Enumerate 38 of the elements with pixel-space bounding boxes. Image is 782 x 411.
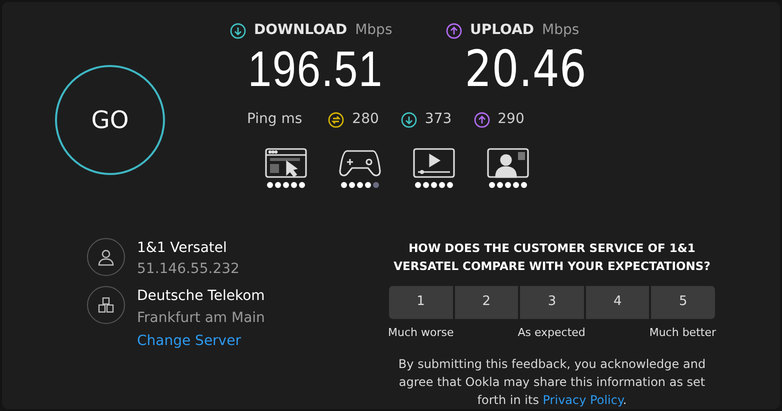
- disclaimer-text: By submitting this feedback, you acknowledge and agree that Ookla may share this information as set forth in its Privacy Policy.: [397, 356, 707, 409]
- provider-name: 1&1 Versatel: [137, 238, 228, 258]
- gamepad-icon: [339, 148, 381, 178]
- ping-value: 280: [352, 110, 379, 129]
- ip-address: 51.146.55.232: [137, 260, 240, 278]
- rating-option[interactable]: 3: [520, 286, 584, 318]
- ping-value: 290: [498, 110, 524, 129]
- browser-cursor-icon: [265, 148, 307, 178]
- video-call-icon: [487, 148, 529, 178]
- upload-icon: [474, 112, 490, 128]
- user-icon: [87, 238, 125, 276]
- change-server-link[interactable]: Change Server: [137, 330, 265, 352]
- server-name: Deutsche Telekom: [137, 286, 265, 306]
- upload-label: UPLOAD: [470, 21, 534, 40]
- rating-option[interactable]: 4: [586, 286, 650, 318]
- download-label: DOWNLOAD: [254, 21, 348, 40]
- go-button[interactable]: GO: [55, 65, 165, 175]
- video-play-icon: [413, 148, 455, 178]
- scale-label: Much worse: [388, 324, 454, 340]
- ping-label: Ping ms: [247, 110, 302, 129]
- upload-icon: [446, 22, 462, 38]
- survey-question: HOW DOES THE CUSTOMER SERVICE OF 1&1 VERSATEL COMPARE WITH YOUR EXPECTATIONS?: [392, 240, 712, 274]
- scale-label: As expected: [518, 324, 586, 340]
- scale-label: Much better: [649, 324, 716, 340]
- download-icon: [400, 112, 417, 128]
- server-icon: [87, 286, 125, 324]
- rating-option[interactable]: 2: [454, 286, 518, 318]
- download-speed: 196.51: [247, 41, 383, 97]
- privacy-policy-link[interactable]: Privacy Policy: [542, 393, 623, 407]
- rating-option[interactable]: 5: [651, 286, 715, 318]
- download-icon: [230, 22, 246, 38]
- upload-unit: Mbps: [542, 21, 580, 40]
- upload-speed: 20.46: [465, 41, 587, 97]
- server-location: Frankfurt am Main: [137, 308, 265, 328]
- download-unit: Mbps: [355, 21, 392, 40]
- ping-value: 373: [424, 110, 452, 129]
- rating-option[interactable]: 1: [389, 286, 453, 318]
- exchange-icon: [328, 112, 344, 128]
